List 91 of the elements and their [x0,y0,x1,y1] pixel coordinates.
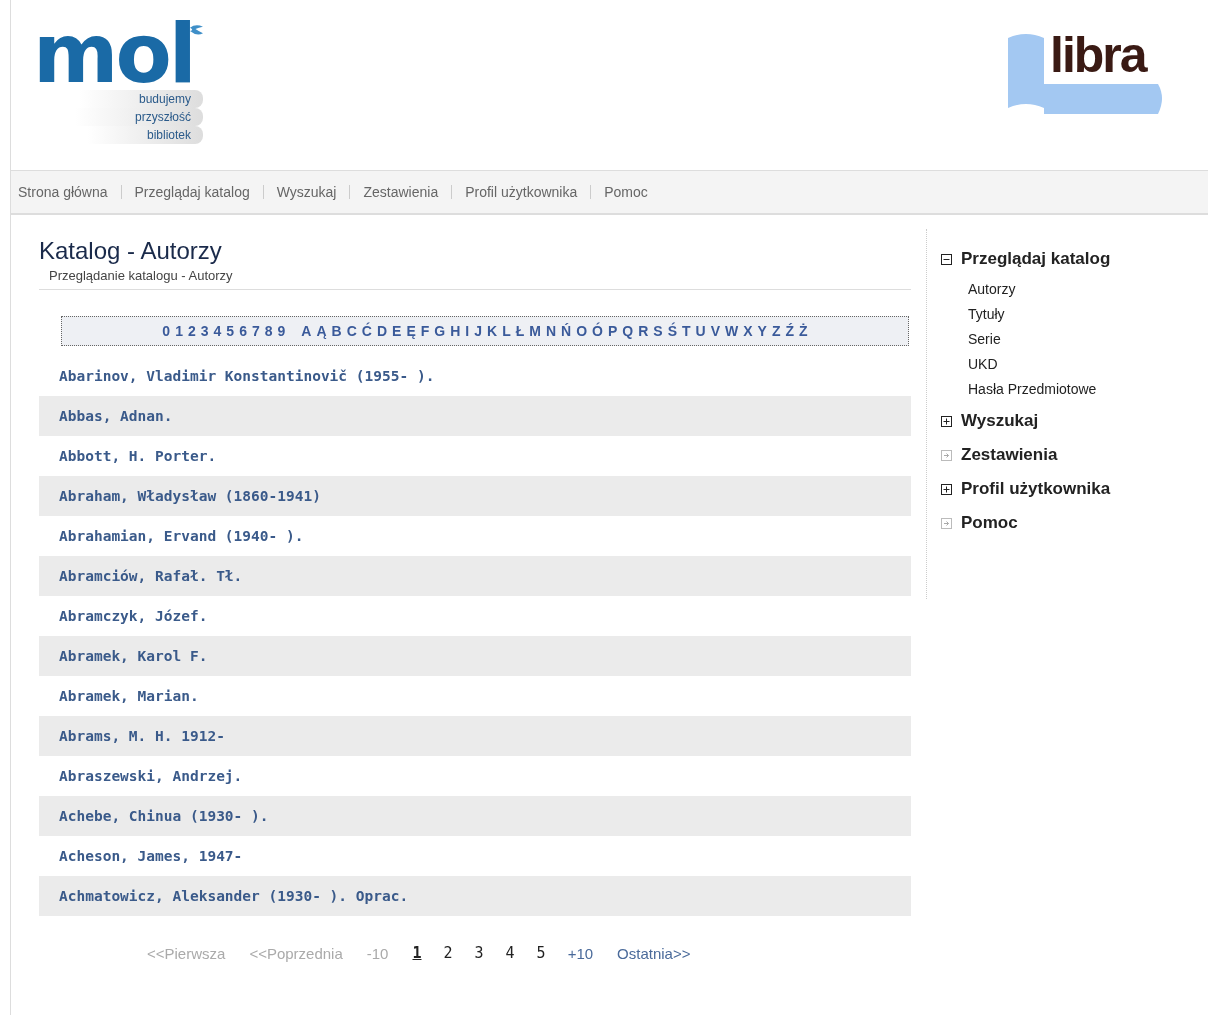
index-link[interactable]: A [301,323,312,339]
author-link[interactable]: Abbott, H. Porter. [59,448,217,464]
author-link[interactable]: Abraham, Władysław (1860-1941) [59,488,321,504]
sidebar-heading[interactable]: Przeglądaj katalog [961,249,1111,269]
index-link[interactable]: 6 [239,323,247,339]
page-link[interactable]: 1 [412,944,422,962]
index-link[interactable]: G [434,323,446,339]
sidebar-item[interactable]: UKD [968,356,998,372]
author-link[interactable]: Abramczyk, Józef. [59,608,208,624]
author-link[interactable]: Achebe, Chinua (1930- ). [59,808,269,824]
author-link[interactable]: Abarinov, Vladimir Konstantinovič (1955- ). [59,368,435,384]
page-subtitle: Przeglądanie katalogu - Autorzy [39,265,911,290]
index-link[interactable]: 0 [162,323,171,339]
sidebar-item[interactable]: Tytuły [968,306,1005,322]
nav-link[interactable]: Przeglądaj katalog [134,184,250,200]
sidebar-heading[interactable]: Profil użytkownika [961,479,1111,499]
index-link[interactable]: Ń [561,323,572,339]
author-link[interactable]: Abrahamian, Ervand (1940- ). [59,528,304,544]
nav-link[interactable]: Pomoc [604,184,648,200]
index-link[interactable]: S [653,323,663,339]
index-link[interactable]: H [450,323,461,339]
logo-text: libra [1050,28,1146,82]
index-link[interactable]: E [392,323,402,339]
nav-link[interactable]: Wyszukaj [276,184,337,200]
sidebar-heading[interactable]: Zestawienia [961,445,1058,465]
index-link[interactable]: Ź [785,323,795,339]
index-link[interactable]: N [545,323,557,339]
author-link[interactable]: Abramciów, Rafał. Tł. [59,568,243,584]
index-link[interactable]: R [638,323,649,339]
logo-text: mol [33,20,194,88]
index-link[interactable]: Ą [316,323,327,339]
sidebar-heading[interactable]: Pomoc [961,513,1018,533]
plus-box-icon[interactable] [941,415,952,427]
index-link[interactable]: M [529,323,541,339]
index-link[interactable]: Ę [406,323,416,339]
page-link[interactable]: 2 [443,944,453,962]
index-link[interactable]: 8 [264,323,273,339]
index-link[interactable]: C [346,323,357,339]
index-link[interactable]: Ł [515,323,525,339]
author-link[interactable]: Abramek, Marian. [59,688,199,704]
arrow-box-icon [941,449,952,461]
index-link[interactable]: I [465,323,470,339]
index-link[interactable]: 7 [251,323,260,339]
index-link[interactable]: K [487,323,498,339]
index-link[interactable]: P [607,323,618,339]
index-link[interactable]: J [474,323,482,339]
index-link[interactable]: F [420,323,430,339]
index-link[interactable]: Ż [799,323,808,339]
index-link[interactable]: Z [771,323,781,339]
index-link[interactable]: 5 [226,323,235,339]
author-link[interactable]: Acheson, James, 1947- [59,848,243,864]
nav-link[interactable]: Profil użytkownika [465,184,578,200]
author-link[interactable]: Achmatowicz, Aleksander (1930- ). Oprac. [59,888,409,904]
index-link[interactable]: B [331,323,342,339]
author-link[interactable]: Abramek, Karol F. [59,648,208,664]
index-link[interactable]: 2 [187,323,196,339]
index-link[interactable]: Ć [361,323,372,339]
sidebar-item[interactable]: Autorzy [968,281,1016,297]
index-link[interactable]: 1 [175,323,183,339]
index-link[interactable]: 9 [277,323,286,339]
page-link[interactable]: 3 [474,944,484,962]
index-link[interactable]: X [743,323,753,339]
page-link[interactable]: 4 [505,944,515,962]
index-link[interactable]: L [502,323,511,339]
index-link[interactable]: W [725,323,739,339]
nav-link[interactable]: Zestawienia [363,184,439,200]
index-link[interactable]: D [376,323,388,339]
author-link[interactable]: Abbas, Adnan. [59,408,173,424]
sidebar-item[interactable]: Hasła Przedmiotowe [968,381,1097,397]
page-title: Katalog - Autorzy [39,237,223,265]
page-link[interactable]: 5 [536,944,546,962]
index-link[interactable]: Y [757,323,767,339]
index-link[interactable]: Q [622,323,634,339]
index-link[interactable]: V [710,323,721,339]
plus-box-icon[interactable] [941,483,952,495]
author-link[interactable]: Abraszewski, Andrzej. [59,768,243,784]
index-link[interactable]: 4 [213,323,222,339]
arrow-box-icon [941,517,952,529]
index-link[interactable]: U [695,323,706,339]
index-link[interactable]: O [576,323,588,339]
index-link[interactable]: 3 [200,323,209,339]
nav-link[interactable]: Strona główna [18,184,108,200]
page-link[interactable]: Ostatnia>> [617,944,691,962]
author-link[interactable]: Abrams, M. H. 1912- [59,728,225,744]
index-link[interactable]: Ś [667,323,677,339]
index-link[interactable]: Ó [592,323,603,339]
minus-box-icon[interactable] [941,253,952,265]
page-link[interactable]: +10 [567,944,594,962]
sidebar-heading[interactable]: Wyszukaj [961,411,1039,431]
sidebar-item[interactable]: Serie [968,331,1001,347]
index-link[interactable]: T [682,323,691,339]
